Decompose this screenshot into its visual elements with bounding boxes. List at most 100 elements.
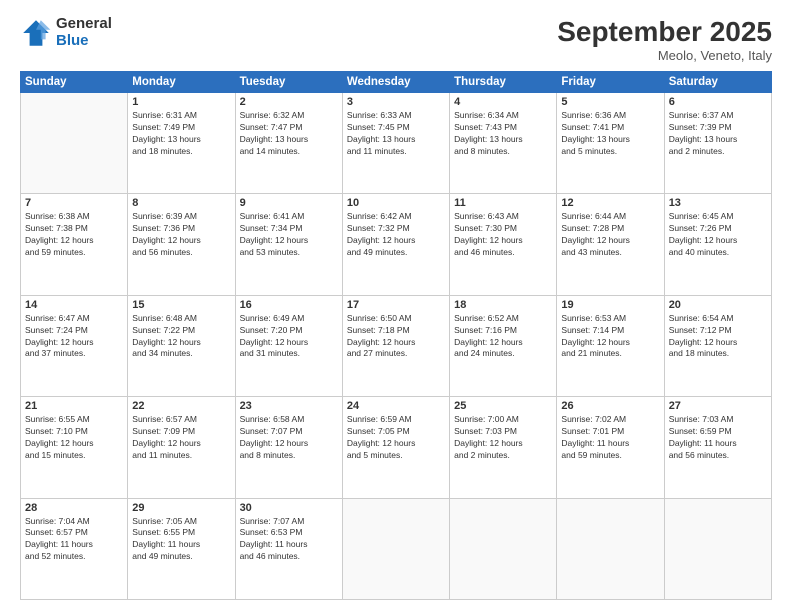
calendar-cell: 16Sunrise: 6:49 AM Sunset: 7:20 PM Dayli… bbox=[235, 295, 342, 396]
day-number: 23 bbox=[240, 400, 338, 412]
calendar-cell: 20 Sunrise: 6:54 AM Sunset: 7:12 PM Dayli… bbox=[664, 295, 771, 396]
calendar-cell: 30 Sunrise: 7:07 AM Sunset: 6:53 PM Dayli… bbox=[235, 498, 342, 599]
calendar-cell: 22Sunrise: 6:57 AM Sunset: 7:09 PM Dayli… bbox=[128, 397, 235, 498]
day-number: 30 bbox=[240, 502, 338, 514]
calendar-cell: 1 Sunrise: 6:31 AM Sunset: 7:49 PM Daylig… bbox=[128, 93, 235, 194]
calendar-cell: 9Sunrise: 6:41 AM Sunset: 7:34 PM Daylig… bbox=[235, 194, 342, 295]
calendar-cell: 18 Sunrise: 6:52 AM Sunset: 7:16 PM Dayli… bbox=[450, 295, 557, 396]
calendar-cell: 21Sunrise: 6:55 AM Sunset: 7:10 PM Dayli… bbox=[21, 397, 128, 498]
day-info: Sunrise: 7:07 AM Sunset: 6:53 PM Dayligh… bbox=[240, 516, 338, 564]
calendar-week-5: 28Sunrise: 7:04 AM Sunset: 6:57 PM Dayli… bbox=[21, 498, 772, 599]
logo: General Blue bbox=[20, 16, 112, 49]
calendar-week-4: 21Sunrise: 6:55 AM Sunset: 7:10 PM Dayli… bbox=[21, 397, 772, 498]
day-info: Sunrise: 6:34 AM Sunset: 7:43 PM Dayligh… bbox=[454, 110, 552, 158]
location: Meolo, Veneto, Italy bbox=[557, 48, 772, 63]
day-number: 25 bbox=[454, 400, 552, 412]
month-title: September 2025 bbox=[557, 16, 772, 48]
day-number: 19 bbox=[561, 299, 659, 311]
weekday-header-sunday: Sunday bbox=[21, 72, 128, 93]
day-info: Sunrise: 6:44 AM Sunset: 7:28 PM Dayligh… bbox=[561, 211, 659, 259]
day-number: 8 bbox=[132, 197, 230, 209]
day-info: Sunrise: 6:50 AM Sunset: 7:18 PM Dayligh… bbox=[347, 313, 445, 361]
day-number: 12 bbox=[561, 197, 659, 209]
calendar-cell: 17 Sunrise: 6:50 AM Sunset: 7:18 PM Dayli… bbox=[342, 295, 449, 396]
calendar-cell: 13 Sunrise: 6:45 AM Sunset: 7:26 PM Dayli… bbox=[664, 194, 771, 295]
calendar-cell: 2 Sunrise: 6:32 AM Sunset: 7:47 PM Daylig… bbox=[235, 93, 342, 194]
calendar-cell bbox=[342, 498, 449, 599]
calendar: SundayMondayTuesdayWednesdayThursdayFrid… bbox=[20, 71, 772, 600]
calendar-cell: 27 Sunrise: 7:03 AM Sunset: 6:59 PM Dayli… bbox=[664, 397, 771, 498]
day-info: Sunrise: 6:36 AM Sunset: 7:41 PM Dayligh… bbox=[561, 110, 659, 158]
calendar-cell: 15Sunrise: 6:48 AM Sunset: 7:22 PM Dayli… bbox=[128, 295, 235, 396]
weekday-header-wednesday: Wednesday bbox=[342, 72, 449, 93]
day-info: Sunrise: 6:32 AM Sunset: 7:47 PM Dayligh… bbox=[240, 110, 338, 158]
calendar-cell: 12 Sunrise: 6:44 AM Sunset: 7:28 PM Dayli… bbox=[557, 194, 664, 295]
calendar-cell: 14Sunrise: 6:47 AM Sunset: 7:24 PM Dayli… bbox=[21, 295, 128, 396]
calendar-cell: 19Sunrise: 6:53 AM Sunset: 7:14 PM Dayli… bbox=[557, 295, 664, 396]
day-number: 6 bbox=[669, 96, 767, 108]
day-info: Sunrise: 6:38 AM Sunset: 7:38 PM Dayligh… bbox=[25, 211, 123, 259]
calendar-cell: 6 Sunrise: 6:37 AM Sunset: 7:39 PM Daylig… bbox=[664, 93, 771, 194]
calendar-cell: 5 Sunrise: 6:36 AM Sunset: 7:41 PM Daylig… bbox=[557, 93, 664, 194]
weekday-header-tuesday: Tuesday bbox=[235, 72, 342, 93]
day-info: Sunrise: 6:57 AM Sunset: 7:09 PM Dayligh… bbox=[132, 414, 230, 462]
day-info: Sunrise: 6:54 AM Sunset: 7:12 PM Dayligh… bbox=[669, 313, 767, 361]
day-number: 17 bbox=[347, 299, 445, 311]
day-info: Sunrise: 6:33 AM Sunset: 7:45 PM Dayligh… bbox=[347, 110, 445, 158]
day-info: Sunrise: 6:45 AM Sunset: 7:26 PM Dayligh… bbox=[669, 211, 767, 259]
day-number: 21 bbox=[25, 400, 123, 412]
calendar-cell bbox=[664, 498, 771, 599]
day-number: 26 bbox=[561, 400, 659, 412]
calendar-cell: 29 Sunrise: 7:05 AM Sunset: 6:55 PM Dayli… bbox=[128, 498, 235, 599]
calendar-cell bbox=[21, 93, 128, 194]
day-info: Sunrise: 6:42 AM Sunset: 7:32 PM Dayligh… bbox=[347, 211, 445, 259]
day-number: 3 bbox=[347, 96, 445, 108]
day-info: Sunrise: 7:04 AM Sunset: 6:57 PM Dayligh… bbox=[25, 516, 123, 564]
weekday-header-saturday: Saturday bbox=[664, 72, 771, 93]
calendar-cell: 24Sunrise: 6:59 AM Sunset: 7:05 PM Dayli… bbox=[342, 397, 449, 498]
day-number: 10 bbox=[347, 197, 445, 209]
day-number: 13 bbox=[669, 197, 767, 209]
logo-general-text: General bbox=[56, 16, 112, 33]
day-info: Sunrise: 6:39 AM Sunset: 7:36 PM Dayligh… bbox=[132, 211, 230, 259]
calendar-week-3: 14Sunrise: 6:47 AM Sunset: 7:24 PM Dayli… bbox=[21, 295, 772, 396]
calendar-cell: 28Sunrise: 7:04 AM Sunset: 6:57 PM Dayli… bbox=[21, 498, 128, 599]
day-info: Sunrise: 6:31 AM Sunset: 7:49 PM Dayligh… bbox=[132, 110, 230, 158]
day-info: Sunrise: 7:00 AM Sunset: 7:03 PM Dayligh… bbox=[454, 414, 552, 462]
weekday-header-monday: Monday bbox=[128, 72, 235, 93]
calendar-cell: 25 Sunrise: 7:00 AM Sunset: 7:03 PM Dayli… bbox=[450, 397, 557, 498]
day-info: Sunrise: 6:47 AM Sunset: 7:24 PM Dayligh… bbox=[25, 313, 123, 361]
calendar-cell bbox=[450, 498, 557, 599]
day-number: 2 bbox=[240, 96, 338, 108]
day-number: 27 bbox=[669, 400, 767, 412]
day-info: Sunrise: 6:49 AM Sunset: 7:20 PM Dayligh… bbox=[240, 313, 338, 361]
title-block: September 2025 Meolo, Veneto, Italy bbox=[557, 16, 772, 63]
calendar-cell: 26Sunrise: 7:02 AM Sunset: 7:01 PM Dayli… bbox=[557, 397, 664, 498]
calendar-cell: 11Sunrise: 6:43 AM Sunset: 7:30 PM Dayli… bbox=[450, 194, 557, 295]
calendar-cell: 8 Sunrise: 6:39 AM Sunset: 7:36 PM Daylig… bbox=[128, 194, 235, 295]
weekday-header-thursday: Thursday bbox=[450, 72, 557, 93]
calendar-cell: 23 Sunrise: 6:58 AM Sunset: 7:07 PM Dayli… bbox=[235, 397, 342, 498]
day-info: Sunrise: 7:03 AM Sunset: 6:59 PM Dayligh… bbox=[669, 414, 767, 462]
calendar-week-1: 1 Sunrise: 6:31 AM Sunset: 7:49 PM Daylig… bbox=[21, 93, 772, 194]
day-number: 18 bbox=[454, 299, 552, 311]
calendar-body: 1 Sunrise: 6:31 AM Sunset: 7:49 PM Daylig… bbox=[21, 93, 772, 600]
day-number: 29 bbox=[132, 502, 230, 514]
calendar-cell: 10 Sunrise: 6:42 AM Sunset: 7:32 PM Dayli… bbox=[342, 194, 449, 295]
day-info: Sunrise: 7:05 AM Sunset: 6:55 PM Dayligh… bbox=[132, 516, 230, 564]
day-info: Sunrise: 6:41 AM Sunset: 7:34 PM Dayligh… bbox=[240, 211, 338, 259]
day-info: Sunrise: 6:52 AM Sunset: 7:16 PM Dayligh… bbox=[454, 313, 552, 361]
day-number: 7 bbox=[25, 197, 123, 209]
weekday-header-friday: Friday bbox=[557, 72, 664, 93]
day-info: Sunrise: 6:37 AM Sunset: 7:39 PM Dayligh… bbox=[669, 110, 767, 158]
day-number: 5 bbox=[561, 96, 659, 108]
day-info: Sunrise: 6:58 AM Sunset: 7:07 PM Dayligh… bbox=[240, 414, 338, 462]
day-number: 24 bbox=[347, 400, 445, 412]
day-info: Sunrise: 6:48 AM Sunset: 7:22 PM Dayligh… bbox=[132, 313, 230, 361]
logo-blue-text: Blue bbox=[56, 33, 112, 50]
day-number: 20 bbox=[669, 299, 767, 311]
day-number: 4 bbox=[454, 96, 552, 108]
weekday-header-row: SundayMondayTuesdayWednesdayThursdayFrid… bbox=[21, 72, 772, 93]
day-number: 1 bbox=[132, 96, 230, 108]
calendar-cell: 7 Sunrise: 6:38 AM Sunset: 7:38 PM Daylig… bbox=[21, 194, 128, 295]
